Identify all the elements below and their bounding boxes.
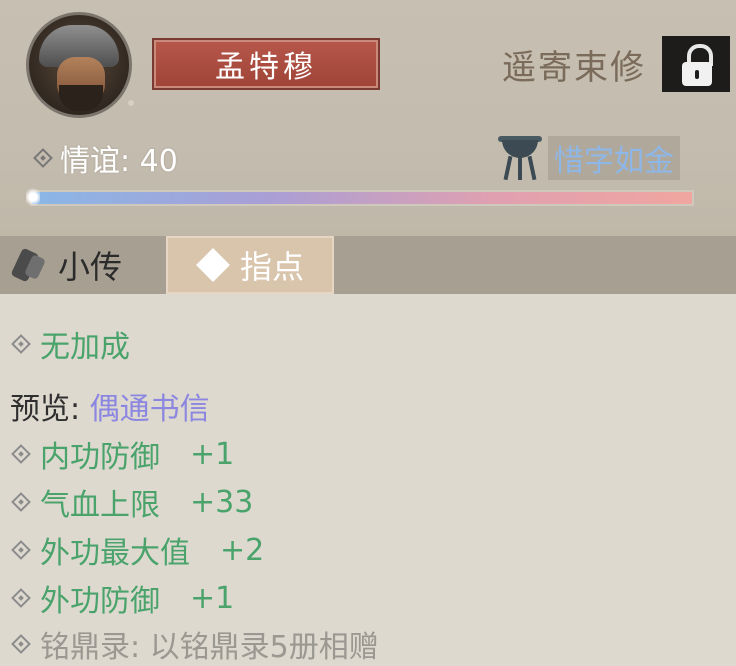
gift-item-label: 惜字如金 [548,136,680,180]
condition-row: 铭鼎录: 以铭鼎录5册相赠 [11,622,379,666]
bronze-cup-icon [498,134,542,182]
tab-guidance-label: 指点 [239,248,304,286]
affinity-row: 情谊: 40 [33,136,178,180]
diamond-icon [196,248,230,282]
character-avatar[interactable] [26,12,132,118]
character-header: 孟特穆 遥寄束修 情谊: 40 惜字如金 [0,0,736,236]
lock-button[interactable] [662,36,730,92]
character-name: 孟特穆 [215,50,317,85]
stat-value: +2 [220,532,265,568]
current-bonus-text: 无加成 [40,330,130,365]
preview-prefix: 预览: [10,392,90,427]
character-name-plate: 孟特穆 [152,38,380,90]
stat-name: 外功最大值 [40,536,190,571]
stat-name: 气血上限 [40,488,160,523]
stat-value: +33 [190,484,254,520]
tab-biography[interactable]: 小传 [10,236,122,294]
diamond-bullet-icon [11,540,31,560]
avatar-beard [59,85,103,111]
diamond-bullet-icon [11,334,31,354]
stat-row: 内功防御 +1 [11,432,235,476]
stat-row: 外功防御 +1 [11,576,235,620]
affinity-progress-marker [26,186,40,208]
lock-icon-keyhole [695,70,699,79]
diamond-bullet-icon [11,492,31,512]
diamond-bullet-icon [11,634,31,654]
stat-value: +1 [190,580,235,616]
condition-text: 铭鼎录: 以铭鼎录5册相赠 [40,630,379,665]
affinity-progress-fill [32,192,692,204]
scroll-icon [10,246,48,284]
diamond-bullet-icon [11,588,31,608]
affinity-progress-bar [26,186,694,208]
current-bonus-row: 无加成 [11,322,130,366]
stat-name: 内功防御 [40,440,160,475]
stat-row: 外功最大值 +2 [11,528,265,572]
stat-row: 气血上限 +33 [11,480,254,524]
gift-item-button[interactable]: 惜字如金 [498,134,680,182]
tab-bar: 小传 指点 [0,236,736,294]
affinity-value: 情谊: 40 [60,144,178,179]
stat-name: 外功防御 [40,584,160,619]
preview-bonus-link[interactable]: 偶通书信 [90,392,210,427]
diamond-bullet-icon [11,444,31,464]
tab-biography-label: 小传 [58,248,123,286]
preview-row: 预览: 偶通书信 [10,384,210,428]
send-letter-label[interactable]: 遥寄束修 [502,40,646,89]
stat-value: +1 [190,436,235,472]
diamond-bullet-icon [33,148,53,168]
avatar-indicator-dot [128,100,134,106]
guidance-panel: 无加成 预览: 偶通书信 内功防御 +1 气血上限 +33 外功最大值 +2 外… [0,294,736,666]
tab-guidance[interactable]: 指点 [166,236,334,294]
